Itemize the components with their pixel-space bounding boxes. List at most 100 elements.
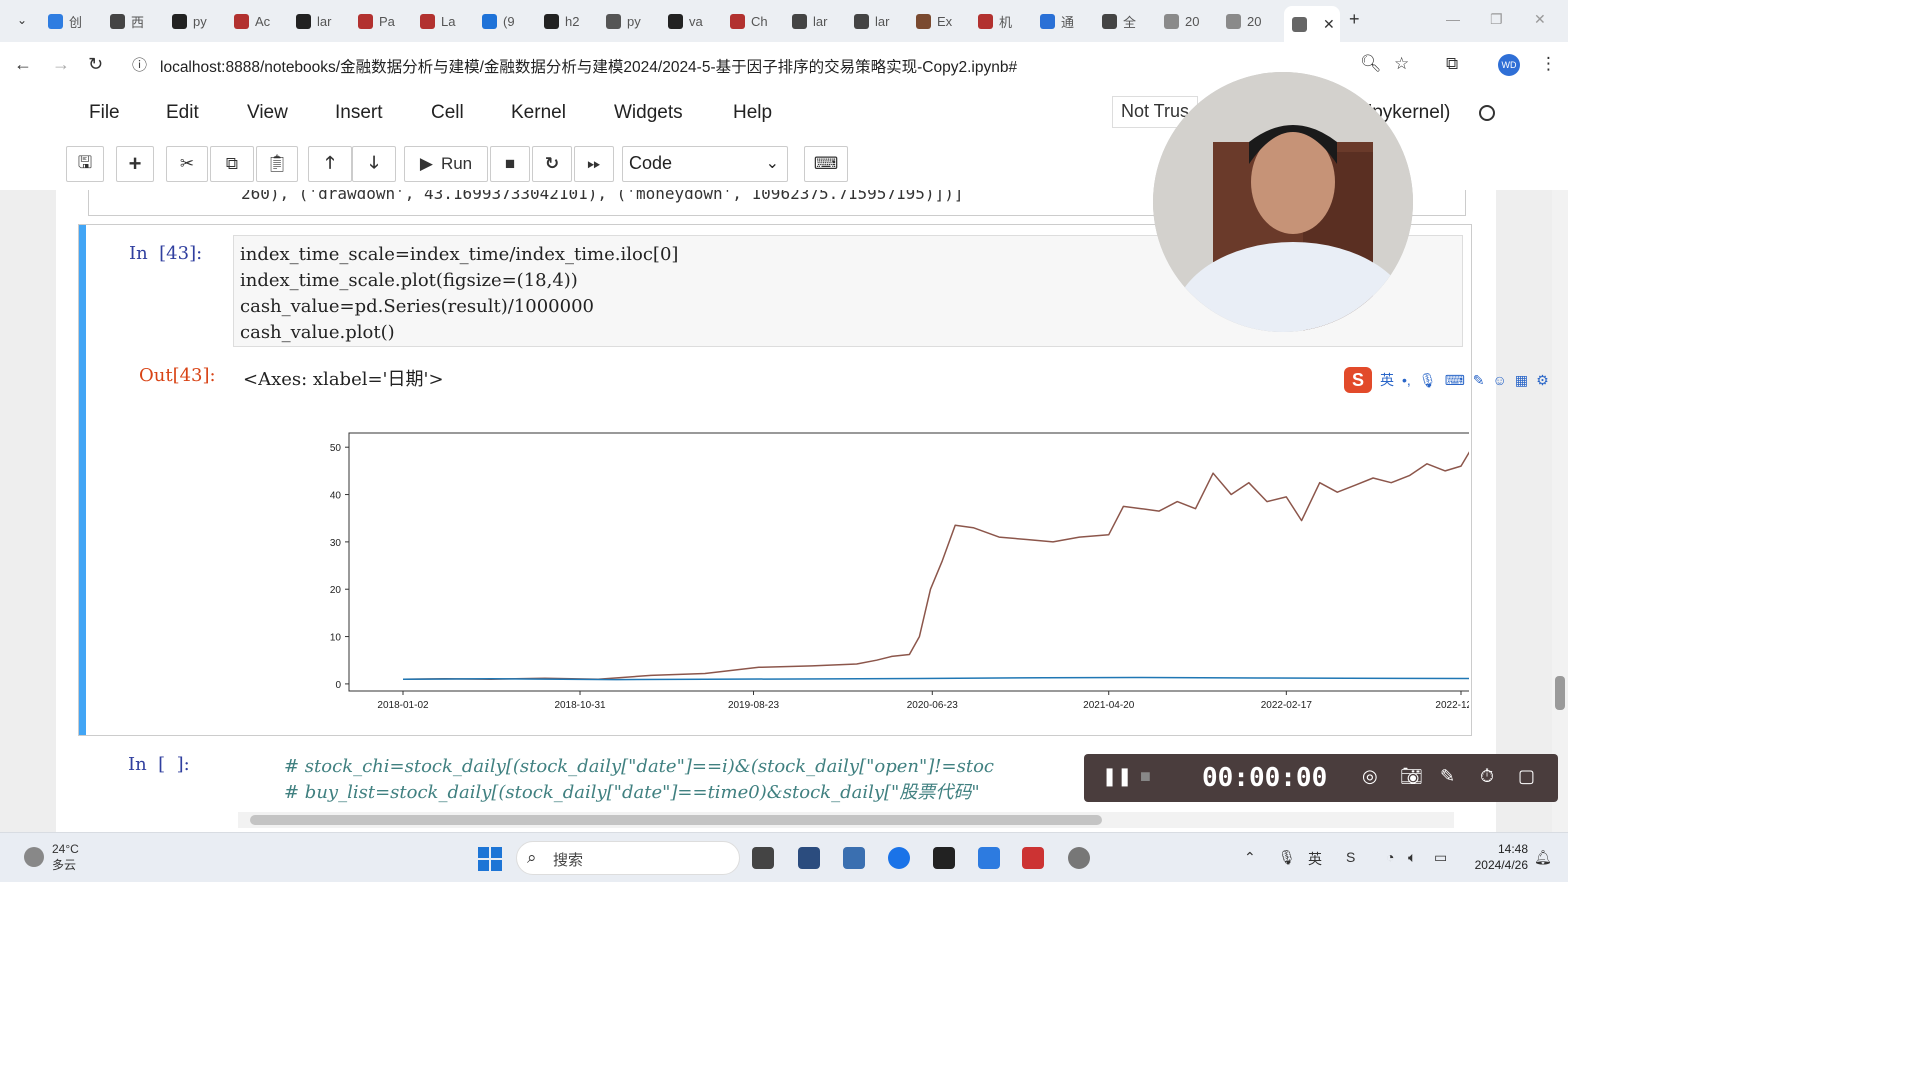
stop-record-icon[interactable]: ■ [1140, 766, 1151, 787]
zoom-icon[interactable]: 🔍︎ [1360, 54, 1382, 74]
browser-tab[interactable]: Ch [730, 8, 788, 34]
skin-icon[interactable]: ✎ [1473, 372, 1485, 389]
ime-punctuation-toggle[interactable]: •, [1402, 372, 1411, 388]
screenshot-icon[interactable]: 📷︎ [1400, 766, 1423, 787]
browser-tab[interactable]: lar [296, 8, 354, 34]
browser-tab[interactable]: 20 [1226, 8, 1284, 34]
chat-icon[interactable]: ☺ [1493, 372, 1507, 388]
cut-icon[interactable]: ✂ [166, 146, 208, 182]
browser-tab[interactable]: h2 [544, 8, 602, 34]
app-icon[interactable] [798, 847, 820, 869]
browser-tab[interactable]: Ac [234, 8, 292, 34]
pause-icon[interactable]: ❚❚ [1102, 766, 1132, 787]
horizontal-scrollbar[interactable] [238, 812, 1454, 828]
terminal-icon[interactable] [933, 847, 955, 869]
settings-icon[interactable]: ⚙ [1536, 372, 1549, 389]
extensions-icon[interactable]: ⧉ [1446, 54, 1458, 74]
url-field[interactable]: localhost:8888/notebooks/金融数据分析与建模/金融数据分… [160, 55, 1017, 77]
wifi-icon[interactable]: ◔ [1386, 849, 1394, 865]
menu-kernel[interactable]: Kernel [511, 102, 566, 124]
start-button[interactable] [478, 847, 502, 871]
browser-tab[interactable]: va [668, 8, 726, 34]
run-button[interactable]: ▶ Run [404, 146, 488, 182]
app-icon[interactable] [978, 847, 1000, 869]
cell-type-select[interactable]: Code ⌄ [622, 146, 788, 182]
ime-logo-icon[interactable]: S [1344, 367, 1372, 393]
chrome-icon[interactable] [888, 847, 910, 869]
keyboard-icon[interactable]: ⌨ [804, 146, 848, 182]
microphone-icon[interactable]: 🎙︎ [1278, 849, 1296, 866]
browser-tab[interactable]: 机 [978, 8, 1036, 34]
keyboard-icon[interactable]: ⌨ [1445, 372, 1465, 389]
browser-tab[interactable]: 全 [1102, 8, 1160, 34]
back-icon[interactable]: ← [14, 54, 32, 75]
microphone-icon[interactable]: 🎙︎ [1419, 372, 1437, 389]
browser-tab[interactable]: 通 [1040, 8, 1098, 34]
copy-icon[interactable]: ⧉ [210, 146, 254, 182]
profile-avatar[interactable]: WD [1498, 54, 1520, 76]
browser-tab[interactable]: py [172, 8, 230, 34]
move-down-icon[interactable]: 🡓 [352, 146, 396, 182]
notification-icon[interactable]: 🔔︎ [1534, 849, 1552, 866]
menu-cell[interactable]: Cell [431, 102, 464, 124]
ime-language-toggle[interactable]: 英 [1380, 370, 1394, 390]
scrollbar-thumb[interactable] [1555, 676, 1565, 710]
reload-icon[interactable]: ↻ [88, 54, 103, 75]
browser-tab[interactable]: lar [792, 8, 850, 34]
sogou-tray-icon[interactable]: S [1346, 849, 1355, 865]
file-explorer-icon[interactable] [843, 847, 865, 869]
new-tab-button[interactable]: + [1349, 9, 1360, 30]
input-prompt: In [43]: [129, 243, 203, 264]
active-tab[interactable]: ✕ [1284, 6, 1340, 42]
save-icon[interactable]: 🖫 [66, 146, 104, 182]
stop-icon[interactable]: ■ [490, 146, 530, 182]
code-editor[interactable]: # stock_chi=stock_daily[(stock_daily["da… [284, 754, 994, 806]
menu-file[interactable]: File [89, 102, 120, 124]
tab-favicon-icon [1040, 13, 1055, 29]
pen-icon[interactable]: ✎ [1440, 766, 1455, 787]
browser-tab[interactable]: 创 [48, 8, 106, 34]
paste-icon[interactable]: 📋︎ [256, 146, 298, 182]
browser-tab[interactable]: lar [854, 8, 912, 34]
apps-grid-icon[interactable]: ▦ [1515, 372, 1528, 389]
menu-view[interactable]: View [247, 102, 288, 124]
browser-tab[interactable]: 20 [1164, 8, 1222, 34]
maximize-icon[interactable]: ❐ [1490, 11, 1503, 28]
taskbar-search[interactable]: ⌕ 搜索 [516, 841, 740, 875]
browser-tab[interactable]: (9 [482, 8, 540, 34]
move-up-icon[interactable]: 🡑 [308, 146, 352, 182]
menu-edit[interactable]: Edit [166, 102, 199, 124]
browser-tab[interactable]: Pa [358, 8, 416, 34]
taskview-icon[interactable] [752, 847, 774, 869]
app-icon[interactable] [1068, 847, 1090, 869]
timer-icon[interactable]: ⏱︎ [1480, 766, 1494, 787]
tray-overflow-icon[interactable]: ⌃ [1244, 849, 1256, 866]
browser-menu-icon[interactable]: ⋮ [1540, 54, 1557, 74]
browser-tab[interactable]: py [606, 8, 664, 34]
clock[interactable]: 14:48 2024/4/26 [1468, 841, 1528, 873]
tab-search-chevron-icon[interactable]: ⌄ [12, 10, 32, 30]
volume-icon[interactable]: 🔈︎ [1408, 849, 1416, 866]
restart-icon[interactable]: ↻ [532, 146, 572, 182]
menu-insert[interactable]: Insert [335, 102, 383, 124]
close-window-icon[interactable]: ✕ [1534, 11, 1546, 28]
menu-widgets[interactable]: Widgets [614, 102, 683, 124]
battery-icon[interactable]: ▭ [1434, 849, 1447, 866]
forward-icon[interactable]: → [52, 54, 70, 75]
browser-tab[interactable]: La [420, 8, 478, 34]
minimize-recorder-icon[interactable]: ▢ [1518, 766, 1535, 787]
site-info-icon[interactable]: ⓘ [132, 54, 147, 75]
browser-tab[interactable]: Ex [916, 8, 974, 34]
fast-forward-icon[interactable]: ⏩︎ [574, 146, 614, 182]
camera-toggle-icon[interactable]: ◎ [1362, 766, 1378, 787]
minimize-icon[interactable]: — [1446, 11, 1460, 27]
scrollbar-thumb[interactable] [250, 815, 1102, 825]
bookmark-star-icon[interactable]: ☆ [1394, 54, 1409, 74]
wps-icon[interactable] [1022, 847, 1044, 869]
menu-help[interactable]: Help [733, 102, 772, 124]
vertical-scrollbar[interactable] [1552, 190, 1568, 832]
add-cell-icon[interactable]: + [116, 146, 154, 182]
ime-tray-icon[interactable]: 英 [1308, 849, 1322, 869]
tab-close-icon[interactable]: ✕ [1323, 16, 1335, 33]
browser-tab[interactable]: 西 [110, 8, 168, 34]
